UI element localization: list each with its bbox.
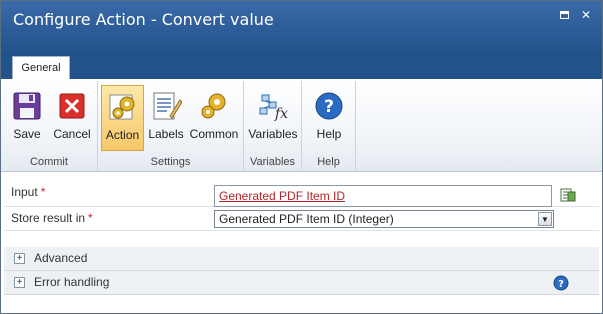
common-gears-icon xyxy=(201,93,226,119)
tab-general[interactable]: General xyxy=(12,56,70,79)
help-button[interactable]: ? Help xyxy=(310,85,348,151)
ribbon-group-commit: Save Cancel Commit xyxy=(1,81,98,170)
action-button[interactable]: Action xyxy=(101,85,144,151)
item-picker-icon[interactable] xyxy=(559,186,577,204)
configure-action-dialog: Configure Action - Convert value ✕ Gener… xyxy=(0,0,603,314)
cancel-icon xyxy=(59,93,85,119)
input-row: Input * Generated PDF Item ID xyxy=(4,181,599,207)
labels-button[interactable]: Labels xyxy=(147,85,185,151)
ribbon-group-label: Variables xyxy=(249,156,296,168)
common-label: Common xyxy=(189,127,239,141)
ribbon-group-variables: fx Variables Variables xyxy=(244,81,302,170)
cancel-button[interactable]: Cancel xyxy=(50,85,94,151)
svg-text:?: ? xyxy=(324,97,334,117)
error-handling-section-title: Error handling xyxy=(34,275,110,289)
expand-icon[interactable]: + xyxy=(14,277,25,288)
input-field[interactable]: Generated PDF Item ID xyxy=(214,185,552,207)
action-label: Action xyxy=(105,128,140,142)
save-icon xyxy=(13,92,41,120)
input-label: Input * xyxy=(11,185,46,199)
maximize-icon xyxy=(559,11,569,19)
expand-icon[interactable]: + xyxy=(14,253,25,264)
required-marker: * xyxy=(40,185,46,199)
variables-fx-icon: fx xyxy=(259,94,288,122)
advanced-section[interactable]: + Advanced xyxy=(4,247,599,271)
help-icon[interactable]: ? xyxy=(553,275,569,291)
store-result-label: Store result in * xyxy=(11,211,93,225)
required-marker: * xyxy=(88,211,93,225)
svg-text:fx: fx xyxy=(274,106,288,122)
tab-strip: General xyxy=(1,55,602,79)
variables-label: Variables xyxy=(248,127,298,141)
input-value-link[interactable]: Generated PDF Item ID xyxy=(219,189,345,203)
ribbon-group-settings: Action Labels Common Settings xyxy=(98,81,244,170)
common-button[interactable]: Common xyxy=(188,85,240,151)
save-label: Save xyxy=(13,127,41,141)
maximize-button[interactable] xyxy=(556,7,572,23)
help-icon: ? xyxy=(315,92,343,120)
chevron-down-icon[interactable]: ▼ xyxy=(538,212,552,226)
ribbon-group-label: Help xyxy=(317,156,340,168)
window-controls: ✕ xyxy=(556,7,594,23)
action-gears-icon xyxy=(109,94,134,120)
ribbon: Save Cancel Commit Action Labels Common … xyxy=(1,79,602,172)
title-bar: Configure Action - Convert value ✕ xyxy=(1,1,602,55)
ribbon-group-help: ? Help Help xyxy=(302,81,356,170)
close-button[interactable]: ✕ xyxy=(578,7,594,23)
ribbon-group-label: Commit xyxy=(30,156,68,168)
variables-button[interactable]: fx Variables xyxy=(248,85,298,151)
store-result-select[interactable]: Generated PDF Item ID (Integer) ▼ xyxy=(214,210,554,228)
ribbon-group-label: Settings xyxy=(150,156,191,168)
advanced-section-title: Advanced xyxy=(34,251,88,265)
store-result-row: Store result in * Generated PDF Item ID (… xyxy=(4,207,599,231)
svg-text:?: ? xyxy=(558,279,564,290)
labels-label: Labels xyxy=(148,127,184,141)
save-button[interactable]: Save xyxy=(7,85,47,151)
store-result-value: Generated PDF Item ID (Integer) xyxy=(219,212,394,226)
labels-icon xyxy=(153,92,182,120)
action-form: Input * Generated PDF Item ID Store resul… xyxy=(4,181,599,231)
cancel-label: Cancel xyxy=(53,127,91,141)
dialog-title: Configure Action - Convert value xyxy=(13,10,274,29)
error-handling-section[interactable]: + Error handling ? xyxy=(4,271,599,295)
help-label: Help xyxy=(316,127,342,141)
